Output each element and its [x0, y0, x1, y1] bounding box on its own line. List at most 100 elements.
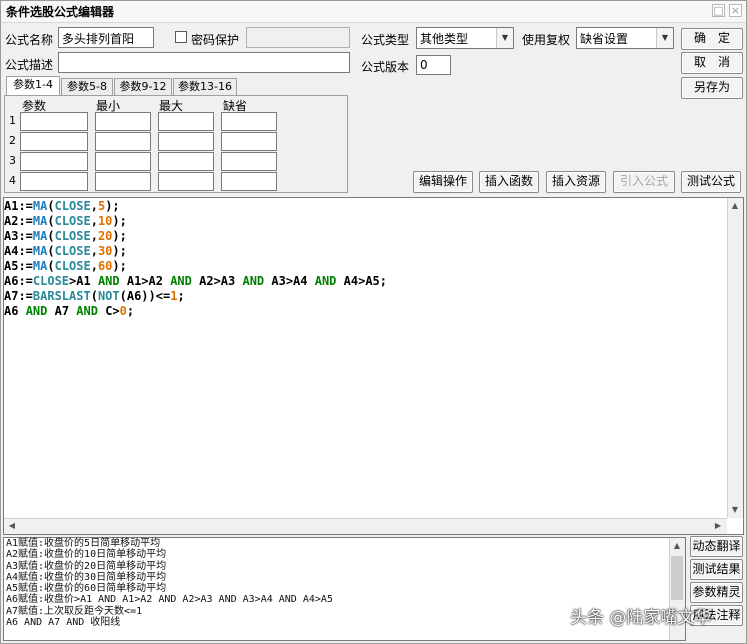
code-token: A4>A5;	[336, 274, 387, 288]
code-token: 20	[97, 229, 113, 243]
insert-function-button[interactable]: 插入函数	[479, 171, 539, 193]
param-min-input[interactable]	[95, 132, 151, 151]
param-default-input[interactable]	[221, 172, 277, 191]
code-token: ;	[126, 304, 135, 318]
test-result-button[interactable]: 测试结果	[690, 559, 743, 580]
editor-horizontal-scrollbar[interactable]	[4, 518, 727, 534]
code-token: ,	[90, 199, 98, 213]
formula-version-input[interactable]: 0	[416, 55, 451, 75]
code-text[interactable]: A1:=MA(CLOSE,5); A2:=MA(CLOSE,10); A3:=MA(…	[4, 199, 387, 319]
output-scroll-thumb[interactable]	[671, 556, 683, 600]
editor-vertical-scrollbar[interactable]	[727, 198, 743, 518]
formula-type-select[interactable]: 其他类型 ▼	[416, 27, 514, 49]
code-line-1: A1:=MA(CLOSE,5);	[4, 199, 387, 214]
code-line-6: A6:=CLOSE>A1 AND A1>A2 AND A2>A3 AND A3>…	[4, 274, 387, 289]
code-token: CLOSE	[54, 199, 91, 213]
param-min-input[interactable]	[95, 152, 151, 171]
output-line: A1赋值:收盘价的5日简单移动平均	[6, 538, 161, 549]
formula-name-input[interactable]: 多头排列首阳	[58, 27, 154, 48]
output-line: A6赋值:收盘价>A1 AND A1>A2 AND A2>A3 AND A3>A…	[6, 594, 333, 606]
tab-params-1-4[interactable]: 参数1-4	[6, 76, 60, 96]
param-min-input[interactable]	[95, 112, 151, 131]
code-token: );	[112, 214, 127, 228]
scroll-down-icon[interactable]: ▼	[727, 502, 743, 518]
save-as-button[interactable]: 另存为	[681, 77, 743, 99]
code-token: AND	[25, 304, 48, 318]
code-token: A3:=	[4, 229, 33, 243]
code-token: 10	[97, 214, 113, 228]
password-checkbox[interactable]	[175, 31, 187, 43]
code-token: CLOSE	[54, 229, 91, 243]
code-token: (	[90, 289, 98, 303]
code-token: AND	[170, 274, 192, 288]
param-default-input[interactable]	[221, 112, 277, 131]
code-token: (	[47, 199, 55, 213]
output-line: A7赋值:上次取反距今天数<=1	[6, 605, 143, 617]
code-token: (	[47, 214, 55, 228]
code-token: 30	[97, 244, 113, 258]
code-token: CLOSE	[54, 214, 91, 228]
code-token: MA	[32, 199, 48, 213]
param-max-input[interactable]	[158, 152, 214, 171]
param-max-input[interactable]	[158, 172, 214, 191]
maximize-icon[interactable]: □	[712, 4, 725, 17]
param-wizard-button[interactable]: 参数精灵	[690, 582, 743, 603]
fuquan-select[interactable]: 缺省设置 ▼	[576, 27, 674, 49]
code-token: A2:=	[4, 214, 33, 228]
tab-params-13-16[interactable]: 参数13-16	[173, 78, 237, 96]
param-max-input[interactable]	[158, 132, 214, 151]
code-token: A4:=	[4, 244, 33, 258]
code-line-8: A6 AND A7 AND C>0;	[4, 304, 387, 319]
formula-type-label: 公式类型	[361, 33, 410, 47]
close-icon[interactable]: ×	[729, 4, 742, 17]
code-line-3: A3:=MA(CLOSE,20);	[4, 229, 387, 244]
translation-text: A1赋值:收盘价的5日简单移动平均 A2赋值:收盘价的10日简单移动平均 A3赋值:…	[6, 538, 333, 628]
code-token: MA	[32, 214, 48, 228]
insert-resource-button[interactable]: 插入资源	[546, 171, 606, 193]
param-name-input[interactable]	[20, 172, 88, 191]
code-token: AND	[314, 274, 337, 288]
code-token: ,	[90, 259, 98, 273]
code-token: ,	[90, 214, 98, 228]
password-input[interactable]	[246, 27, 350, 48]
code-token: A3>A4	[264, 274, 315, 288]
param-default-input[interactable]	[221, 132, 277, 151]
code-line-5: A5:=MA(CLOSE,60);	[4, 259, 387, 274]
param-name-input[interactable]	[20, 152, 88, 171]
tab-params-5-8[interactable]: 参数5-8	[61, 78, 113, 96]
output-line: A3赋值:收盘价的20日简单移动平均	[6, 560, 167, 572]
fuquan-value: 缺省设置	[580, 32, 629, 46]
scroll-up-icon[interactable]: ▲	[727, 198, 743, 214]
chevron-down-icon[interactable]: ▼	[496, 28, 513, 48]
param-max-input[interactable]	[158, 112, 214, 131]
scroll-left-icon[interactable]: ◀	[4, 518, 20, 534]
code-token: A6	[4, 304, 26, 318]
output-line: A2赋值:收盘价的10日简单移动平均	[6, 549, 167, 561]
code-token: (	[47, 244, 55, 258]
edit-ops-button[interactable]: 编辑操作	[413, 171, 473, 193]
code-token: ,	[90, 229, 98, 243]
param-name-input[interactable]	[20, 132, 88, 151]
import-formula-button[interactable]: 引入公式	[613, 171, 675, 193]
tab-params-9-12[interactable]: 参数9-12	[114, 78, 172, 96]
test-formula-button[interactable]: 测试公式	[681, 171, 741, 193]
code-token: MA	[32, 229, 48, 243]
code-token: MA	[32, 259, 48, 273]
output-line: A4赋值:收盘价的30日简单移动平均	[6, 571, 167, 583]
code-token: CLOSE	[54, 244, 91, 258]
scroll-right-icon[interactable]: ▶	[710, 518, 726, 534]
param-name-input[interactable]	[20, 112, 88, 131]
ok-button[interactable]: 确 定	[681, 28, 743, 50]
param-min-input[interactable]	[95, 172, 151, 191]
param-default-input[interactable]	[221, 152, 277, 171]
formula-desc-input[interactable]	[58, 52, 350, 73]
code-line-7: A7:=BARSLAST(NOT(A6))<=1;	[4, 289, 387, 304]
scroll-up-icon[interactable]: ▲	[669, 538, 685, 554]
code-token: CLOSE	[54, 259, 91, 273]
cancel-button[interactable]: 取 消	[681, 52, 743, 74]
code-token: A5:=	[4, 259, 33, 273]
chevron-down-icon[interactable]: ▼	[656, 28, 673, 48]
formula-desc-label: 公式描述	[5, 58, 54, 72]
code-token: CLOSE	[32, 274, 70, 288]
dynamic-translate-button[interactable]: 动态翻译	[690, 536, 743, 557]
